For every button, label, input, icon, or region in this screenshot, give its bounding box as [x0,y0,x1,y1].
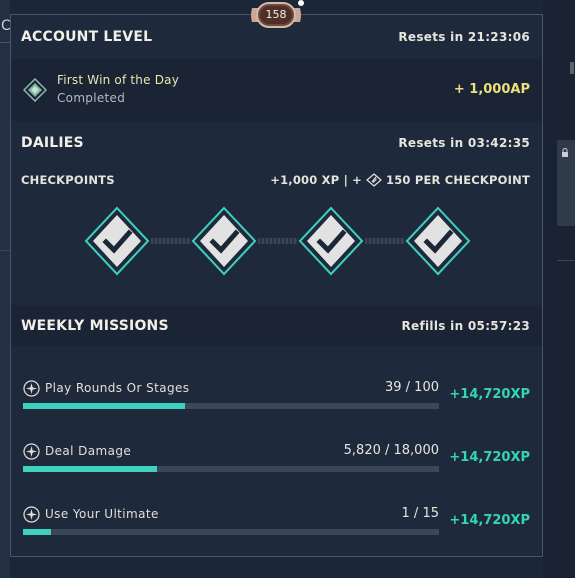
mission-progress-bar [23,403,439,409]
dailies-title: DAILIES [21,135,84,151]
mission-row: Deal Damage 5,820 / 18,000 +14,720XP [11,436,542,492]
first-win-reward: + 1,000AP [453,82,530,97]
checkpoint-reward: +1,000 XP | + 150 PER CHECKPOINT [270,173,530,187]
dailies-reset-timer: Resets in 03:42:35 [398,136,530,150]
mission-progress-count: 39 / 100 [385,380,439,395]
missions-panel: ACCOUNT LEVEL Resets in 21:23:06 First W… [10,14,543,557]
divider [0,42,10,43]
checkpoint-3 [297,205,365,277]
checkpoint-2 [190,205,258,277]
mission-xp-reward: +14,720XP [449,387,530,402]
checkpoint-reward-suffix: 150 PER CHECKPOINT [386,173,530,187]
background-left: C [0,0,11,578]
background-mark [570,62,574,74]
dailies-header: DAILIES Resets in 03:42:35 [11,121,542,165]
mission-xp-reward: +14,720XP [449,513,530,528]
mission-progress-count: 5,820 / 18,000 [343,443,439,458]
mission-progress-fill [23,403,186,409]
mission-title: Play Rounds Or Stages [45,381,190,395]
mission-row: Use Your Ultimate 1 / 15 +14,720XP [11,499,542,555]
checkmark-icon [405,206,471,276]
first-win-status: Completed [57,91,126,105]
checkpoints-label: CHECKPOINTS [21,173,115,187]
mission-title: Use Your Ultimate [45,507,159,521]
account-level-title: ACCOUNT LEVEL [21,29,153,45]
divider [557,260,575,261]
mission-progress-bar [23,466,439,472]
mission-progress-count: 1 / 15 [401,506,439,521]
mission-progress-bar [23,529,439,535]
checkpoint-connector [151,238,191,244]
weekly-missions-header: WEEKLY MISSIONS Refills in 05:57:23 [11,305,542,346]
mission-row: Play Rounds Or Stages 39 / 100 +14,720XP [11,373,542,429]
checkpoint-connector [365,238,405,244]
checkmark-icon [84,206,150,276]
divider [0,250,10,251]
checkpoint-track [11,205,542,277]
weekly-refill-timer: Refills in 05:57:23 [401,318,530,333]
checkmark-icon [298,206,364,276]
checkpoint-1 [83,205,151,277]
mission-xp-reward: +14,720XP [449,450,530,465]
lock-icon [562,148,568,157]
mission-star-icon [23,443,40,460]
mission-star-icon [23,380,40,397]
checkpoint-reward-xp: +1,000 XP | + [270,173,363,187]
mission-star-icon [23,506,40,523]
mission-title: Deal Damage [45,444,132,458]
mission-progress-fill [23,466,158,472]
diamond-icon [23,78,47,102]
radianite-point-icon [366,173,382,187]
first-win-title: First Win of the Day [57,73,180,87]
checkpoint-connector [258,238,298,244]
mission-progress-fill [23,529,51,535]
weekly-missions-title: WEEKLY MISSIONS [21,317,169,334]
checkmark-icon [191,206,257,276]
checkpoint-4 [404,205,472,277]
account-level-reset-timer: Resets in 21:23:06 [398,30,530,44]
background-right [543,0,575,578]
level-badge-number: 158 [265,8,287,21]
